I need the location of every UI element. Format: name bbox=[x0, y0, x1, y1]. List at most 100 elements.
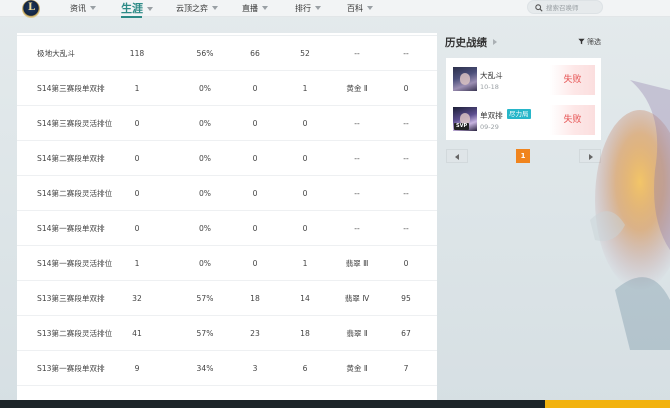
search-input[interactable] bbox=[546, 2, 601, 13]
table-row: S13第三赛段单双排 32 57% 18 14 翡翠 Ⅳ 95 bbox=[17, 281, 437, 316]
stat-tier: 翡翠 Ⅳ bbox=[344, 294, 370, 303]
stat-games: 1 bbox=[134, 259, 140, 268]
queue-name: S13第一赛段单双排 bbox=[37, 364, 105, 373]
queue-name: S14第一赛段单双排 bbox=[37, 224, 105, 233]
champion-avatar: SVP bbox=[453, 107, 477, 131]
nav-item-live[interactable]: 直播 bbox=[242, 0, 268, 17]
stat-wins: 0 bbox=[252, 259, 258, 268]
stat-points: 7 bbox=[403, 364, 409, 373]
page-number-current[interactable]: 1 bbox=[516, 149, 530, 163]
svp-badge: SVP bbox=[454, 123, 470, 130]
match-item[interactable]: SVP 单双排 尽力局 09-29 失败 bbox=[446, 100, 601, 138]
nav-item-label: 云顶之弈 bbox=[176, 4, 208, 13]
stat-tier: 黄金 Ⅱ bbox=[346, 84, 368, 93]
stat-winrate: 0% bbox=[198, 259, 212, 268]
stat-winrate: 0% bbox=[198, 119, 212, 128]
stat-losses: 1 bbox=[302, 259, 308, 268]
nav-item-tft[interactable]: 云顶之弈 bbox=[176, 0, 218, 17]
nav-item-wiki[interactable]: 百科 bbox=[347, 0, 373, 17]
stat-tier: -- bbox=[354, 49, 360, 58]
nav-item-career[interactable]: 生涯 bbox=[121, 0, 153, 18]
stat-points: -- bbox=[403, 224, 409, 233]
filter-icon bbox=[578, 38, 585, 45]
stat-wins: 0 bbox=[252, 84, 258, 93]
nav-item-rank[interactable]: 排行 bbox=[295, 0, 321, 17]
top-nav-bar: L 资讯 生涯 云顶之弈 直播 排行 百科 bbox=[0, 0, 670, 18]
queue-name: S14第一赛段灵活排位 bbox=[37, 259, 113, 268]
queue-name: S14第三赛段灵活排位 bbox=[37, 119, 113, 128]
table-row: S14第一赛段灵活排位 1 0% 0 1 翡翠 Ⅲ 0 bbox=[17, 246, 437, 281]
stat-losses: 1 bbox=[302, 84, 308, 93]
stat-winrate: 56% bbox=[196, 49, 214, 58]
footer-accent-bar bbox=[545, 400, 670, 408]
table-row: 极地大乱斗 118 56% 66 52 -- -- bbox=[17, 36, 437, 71]
stat-wins: 23 bbox=[250, 329, 260, 338]
stat-wins: 66 bbox=[250, 49, 260, 58]
stat-games: 118 bbox=[129, 49, 145, 58]
stat-winrate: 57% bbox=[196, 294, 214, 303]
nav-item-label: 资讯 bbox=[70, 4, 86, 13]
prev-page-button[interactable] bbox=[446, 149, 468, 163]
match-result-badge: 失败 bbox=[550, 105, 595, 135]
history-title: 历史战绩 bbox=[445, 37, 487, 49]
stat-winrate: 0% bbox=[198, 189, 212, 198]
chevron-right-icon[interactable] bbox=[493, 39, 497, 45]
chevron-down-icon bbox=[315, 6, 321, 10]
stat-tier: -- bbox=[354, 154, 360, 163]
stat-losses: 0 bbox=[302, 119, 308, 128]
stat-wins: 0 bbox=[252, 189, 258, 198]
stat-points: -- bbox=[403, 154, 409, 163]
stat-wins: 0 bbox=[252, 154, 258, 163]
stat-wins: 3 bbox=[252, 364, 258, 373]
stat-winrate: 0% bbox=[198, 154, 212, 163]
nav-item-label: 排行 bbox=[295, 4, 311, 13]
stat-points: -- bbox=[403, 189, 409, 198]
nav-item-label: 生涯 bbox=[121, 2, 143, 15]
table-row: S14第二赛段单双排 0 0% 0 0 -- -- bbox=[17, 141, 437, 176]
stat-winrate: 57% bbox=[196, 329, 214, 338]
stat-winrate: 34% bbox=[196, 364, 214, 373]
nav-item-label: 百科 bbox=[347, 4, 363, 13]
match-item[interactable]: 大乱斗 10-18 失败 bbox=[446, 60, 601, 98]
pagination: 1 bbox=[446, 149, 601, 163]
chevron-down-icon bbox=[367, 6, 373, 10]
match-date: 10-18 bbox=[480, 83, 499, 91]
match-result-badge: 失败 bbox=[550, 65, 595, 95]
stat-losses: 6 bbox=[302, 364, 308, 373]
lol-logo-icon[interactable]: L bbox=[22, 0, 40, 18]
next-page-button[interactable] bbox=[579, 149, 601, 163]
stat-games: 0 bbox=[134, 119, 140, 128]
table-row: S14第一赛段单双排 0 0% 0 0 -- -- bbox=[17, 211, 437, 246]
queue-name: S13第三赛段单双排 bbox=[37, 294, 105, 303]
stat-points: 67 bbox=[401, 329, 411, 338]
nav-item-news[interactable]: 资讯 bbox=[70, 0, 96, 17]
stat-losses: 52 bbox=[300, 49, 310, 58]
match-mode: 单双排 bbox=[480, 111, 503, 120]
stat-losses: 14 bbox=[300, 294, 310, 303]
chevron-right-icon bbox=[589, 154, 593, 160]
stat-games: 0 bbox=[134, 154, 140, 163]
stat-points: 0 bbox=[403, 259, 409, 268]
chevron-down-icon bbox=[262, 6, 268, 10]
stat-games: 0 bbox=[134, 224, 140, 233]
stat-wins: 0 bbox=[252, 119, 258, 128]
nav-item-label: 直播 bbox=[242, 4, 258, 13]
queue-name: S14第二赛段单双排 bbox=[37, 154, 105, 163]
match-history-list: 大乱斗 10-18 失败 SVP 单双排 尽力局 09-29 失败 bbox=[446, 58, 601, 140]
filter-button[interactable]: 筛选 bbox=[578, 37, 601, 47]
queue-name: S14第三赛段单双排 bbox=[37, 84, 105, 93]
stat-wins: 18 bbox=[250, 294, 260, 303]
stat-tier: 翡翠 Ⅲ bbox=[345, 259, 369, 268]
stat-games: 1 bbox=[134, 84, 140, 93]
chevron-down-icon bbox=[90, 6, 96, 10]
search-icon[interactable] bbox=[535, 4, 543, 12]
table-row: S13第一赛段单双排 9 34% 3 6 黄金 Ⅱ 7 bbox=[17, 351, 437, 386]
table-row: S14第三赛段灵活排位 0 0% 0 0 -- -- bbox=[17, 106, 437, 141]
stat-games: 32 bbox=[132, 294, 142, 303]
stat-wins: 0 bbox=[252, 224, 258, 233]
stat-games: 41 bbox=[132, 329, 142, 338]
search-box[interactable] bbox=[527, 0, 603, 14]
stat-winrate: 0% bbox=[198, 224, 212, 233]
stat-losses: 0 bbox=[302, 189, 308, 198]
filter-label: 筛选 bbox=[587, 38, 601, 46]
